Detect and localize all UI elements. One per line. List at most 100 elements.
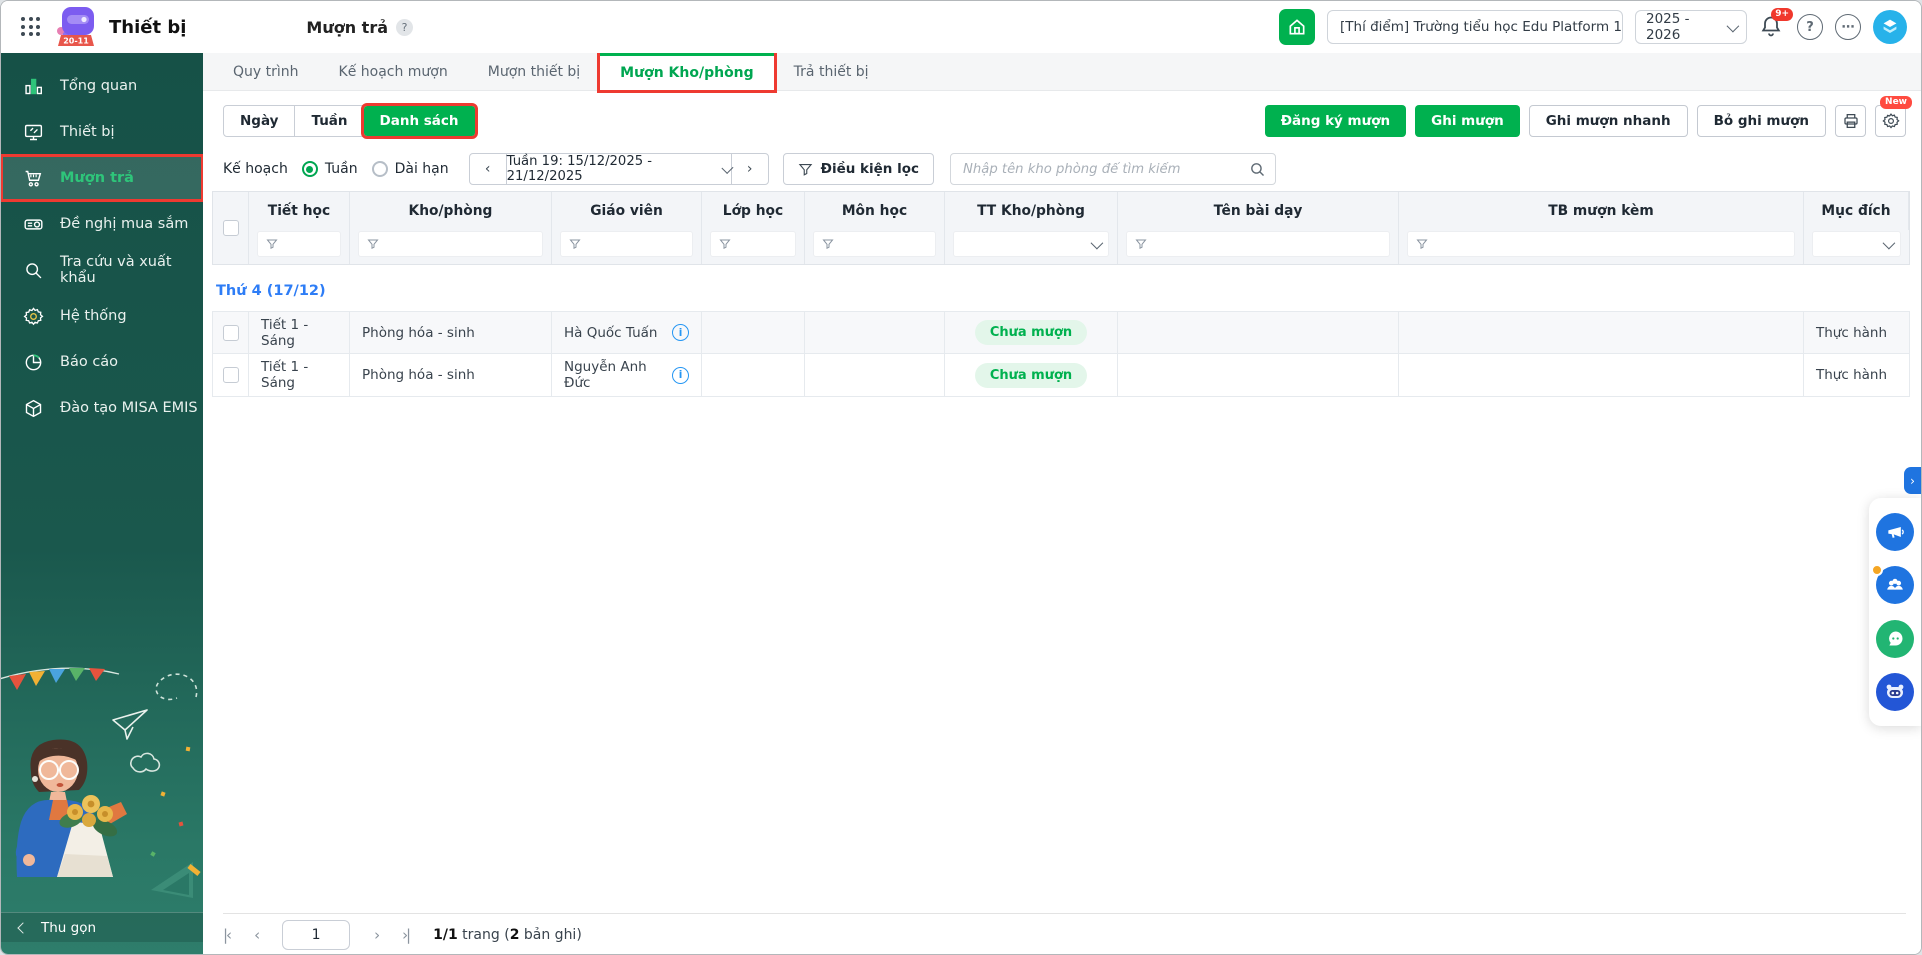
app-grid-icon[interactable] — [21, 17, 41, 37]
tab-tra-thiet-bi[interactable]: Trả thiết bị — [774, 53, 889, 90]
sidebar: Tổng quan Thiết bị Mượn trả Đề nghị — [1, 53, 203, 954]
assistant-bot-icon[interactable] — [1876, 673, 1914, 711]
app-logo[interactable]: 20-11 — [55, 5, 97, 49]
filter-mon-hoc[interactable] — [813, 231, 936, 257]
last-page-button[interactable]: ›| — [402, 926, 409, 944]
tab-ke-hoach-muon[interactable]: Kế hoạch mượn — [319, 53, 468, 90]
cell-subject — [805, 354, 945, 396]
cell-lesson — [1118, 312, 1399, 353]
radio-dai-han[interactable]: Dài hạn — [372, 161, 449, 177]
bar-chart-icon — [23, 76, 44, 97]
notification-count-badge: 9+ — [1771, 8, 1793, 21]
school-year-value: 2025 - 2026 — [1646, 11, 1727, 43]
previous-page-button[interactable]: ‹ — [254, 926, 258, 944]
table-row[interactable]: Tiết 1 - Sáng Phòng hóa - sinh Hà Quốc T… — [213, 312, 1909, 354]
more-icon[interactable]: ⋯ — [1835, 14, 1861, 40]
row-checkbox[interactable] — [223, 325, 239, 341]
column-header[interactable]: Môn học — [805, 192, 945, 230]
view-tuan-button[interactable]: Tuần — [294, 106, 363, 136]
funnel-icon — [1135, 238, 1147, 250]
table-body: Tiết 1 - Sáng Phòng hóa - sinh Hà Quốc T… — [212, 311, 1910, 397]
cell-period: Tiết 1 - Sáng — [249, 312, 350, 353]
date-group-header[interactable]: Thứ 4 (17/12) — [212, 283, 1910, 299]
sidebar-item-de-nghi-mua-sam[interactable]: Đề nghị mua sắm — [1, 201, 203, 247]
floating-panel — [1869, 498, 1921, 726]
megaphone-icon[interactable] — [1876, 513, 1914, 551]
sidebar-collapse-button[interactable]: Thu gọn — [1, 912, 203, 942]
cell-lesson — [1118, 354, 1399, 396]
sidebar-item-bao-cao[interactable]: Báo cáo — [1, 339, 203, 385]
pagination-footer: |‹ ‹ › ›| 1/1 trang (2 bản ghi) — [223, 913, 1906, 955]
column-header[interactable]: TB mượn kèm — [1399, 192, 1804, 230]
tab-muon-kho-phong[interactable]: Mượn Kho/phòng — [600, 53, 774, 90]
dang-ky-muon-button[interactable]: Đăng ký mượn — [1265, 105, 1406, 137]
settings-button[interactable]: New — [1875, 105, 1906, 137]
main-content: Quy trình Kế hoạch mượn Mượn thiết bị Mư… — [203, 53, 1921, 954]
column-header[interactable]: Giáo viên — [552, 192, 702, 230]
sidebar-item-he-thong[interactable]: Hệ thống — [1, 293, 203, 339]
bo-ghi-muon-button[interactable]: Bỏ ghi mượn — [1697, 105, 1826, 137]
select-all-checkbox[interactable] — [223, 220, 239, 236]
previous-week-button[interactable]: ‹ — [470, 154, 506, 184]
tab-muon-thiet-bi[interactable]: Mượn thiết bị — [468, 53, 600, 90]
info-icon[interactable]: i — [672, 367, 689, 384]
tab-quy-trinh[interactable]: Quy trình — [213, 53, 319, 90]
home-icon[interactable] — [1279, 9, 1315, 45]
radio-tuan[interactable]: Tuần — [302, 161, 358, 177]
search-input[interactable] — [950, 153, 1276, 185]
avatar[interactable] — [1873, 10, 1907, 44]
ghi-muon-button[interactable]: Ghi mượn — [1415, 105, 1520, 137]
print-button[interactable] — [1835, 105, 1866, 137]
column-header[interactable]: Tiết học — [249, 192, 350, 230]
sidebar-item-thiet-bi[interactable]: Thiết bị — [1, 109, 203, 155]
sidebar-item-muon-tra[interactable]: Mượn trả — [1, 155, 203, 201]
filter-muc-dich[interactable] — [1812, 231, 1901, 257]
pagination-info: 1/1 trang (2 bản ghi) — [433, 927, 582, 943]
column-header[interactable]: TT Kho/phòng — [945, 192, 1118, 230]
page-number-input[interactable] — [282, 920, 350, 950]
filter-conditions-label: Điều kiện lọc — [821, 161, 919, 177]
sidebar-item-tong-quan[interactable]: Tổng quan — [1, 63, 203, 109]
filter-conditions-button[interactable]: Điều kiện lọc — [783, 153, 934, 185]
week-dropdown[interactable]: Tuần 19: 15/12/2025 - 21/12/2025 — [506, 154, 732, 184]
cell-teacher: Nguyễn Anh Đức — [564, 359, 672, 391]
filter-tiet-hoc[interactable] — [257, 231, 341, 257]
breadcrumb-help-icon[interactable]: ? — [396, 19, 413, 36]
chat-icon[interactable] — [1876, 620, 1914, 658]
first-page-button[interactable]: |‹ — [223, 926, 230, 944]
filter-tb-muon-kem[interactable] — [1407, 231, 1795, 257]
filter-kho-phong[interactable] — [358, 231, 543, 257]
filter-tt-kho-phong[interactable] — [953, 231, 1109, 257]
ghi-muon-nhanh-button[interactable]: Ghi mượn nhanh — [1529, 105, 1688, 137]
gear-icon — [1882, 112, 1900, 130]
team-icon[interactable] — [1876, 566, 1914, 604]
column-header[interactable]: Lớp học — [702, 192, 805, 230]
filter-giao-vien[interactable] — [560, 231, 693, 257]
filter-ten-bai-day[interactable] — [1126, 231, 1390, 257]
view-ngay-button[interactable]: Ngày — [224, 106, 294, 136]
school-selector[interactable]: [Thí điểm] Trường tiểu học Edu Platform … — [1327, 10, 1623, 44]
view-danh-sach-button[interactable]: Danh sách — [364, 106, 475, 136]
cell-class — [702, 312, 805, 353]
funnel-icon — [822, 238, 834, 250]
sidebar-item-dao-tao[interactable]: Đào tạo MISA EMIS — [1, 385, 203, 431]
column-header[interactable]: Kho/phòng — [350, 192, 552, 230]
notifications-button[interactable]: 9+ — [1759, 14, 1785, 40]
view-switcher: Ngày Tuần Danh sách — [223, 105, 476, 137]
help-icon[interactable]: ? — [1797, 14, 1823, 40]
next-page-button[interactable]: › — [374, 926, 378, 944]
column-header[interactable]: Mục đích — [1804, 192, 1909, 230]
next-week-button[interactable]: › — [732, 154, 768, 184]
row-checkbox[interactable] — [223, 367, 239, 383]
sidebar-item-tra-cuu[interactable]: Tra cứu và xuất khẩu — [1, 247, 203, 293]
table-row[interactable]: Tiết 1 - Sáng Phòng hóa - sinh Nguyễn An… — [213, 354, 1909, 396]
school-year-dropdown[interactable]: 2025 - 2026 — [1635, 10, 1747, 44]
filter-lop-hoc[interactable] — [710, 231, 796, 257]
floating-panel-toggle[interactable]: › — [1904, 467, 1921, 494]
search-icon — [1249, 161, 1266, 178]
sidebar-item-label: Tra cứu và xuất khẩu — [60, 254, 203, 286]
week-picker: ‹ Tuần 19: 15/12/2025 - 21/12/2025 › — [469, 153, 769, 185]
info-icon[interactable]: i — [672, 324, 689, 341]
status-badge: Chưa mượn — [975, 363, 1087, 388]
column-header[interactable]: Tên bài dạy — [1118, 192, 1399, 230]
